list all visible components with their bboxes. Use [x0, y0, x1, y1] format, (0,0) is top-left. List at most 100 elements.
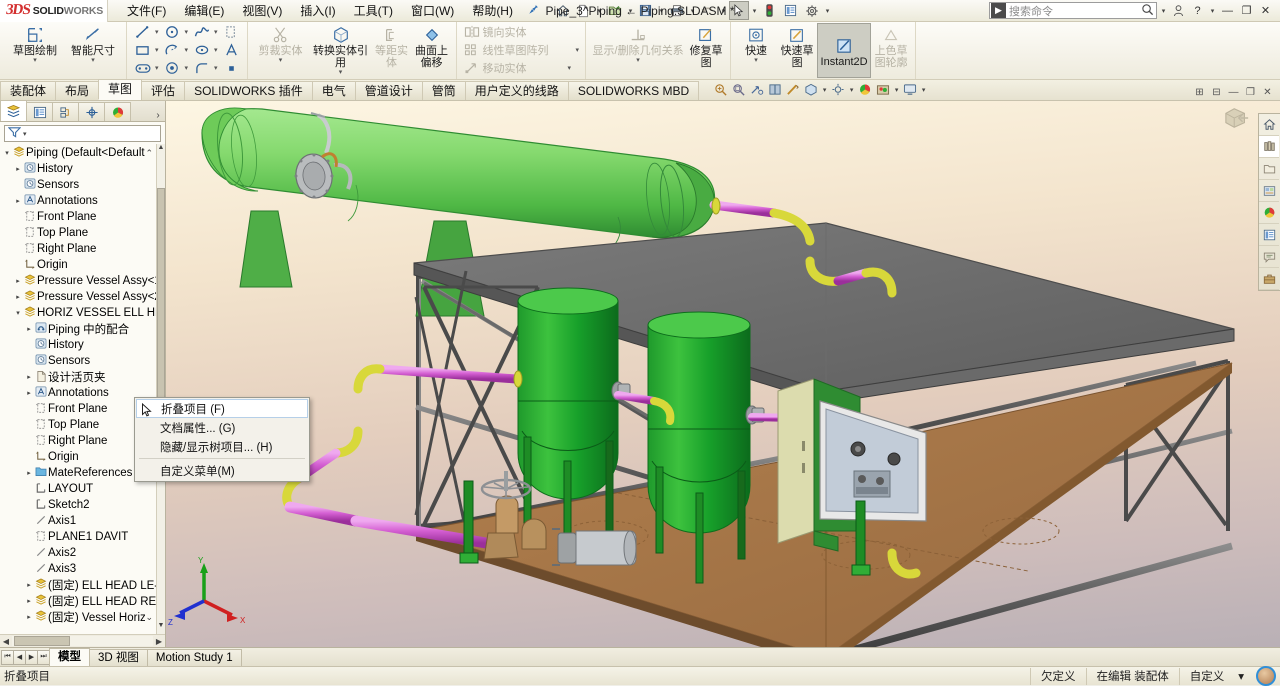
bottom-tab-model[interactable]: 模型 — [49, 647, 90, 667]
line-caret-icon[interactable]: ▾ — [155, 28, 159, 36]
options-gear-icon[interactable] — [802, 1, 822, 20]
tree-item[interactable]: Sketch2 — [0, 497, 165, 513]
tree-expander-icon[interactable]: ▾ — [13, 309, 23, 317]
close-button[interactable]: ✕ — [1257, 2, 1274, 20]
rebuild-traffic-icon[interactable] — [760, 1, 780, 20]
tree-item[interactable]: ▸ Annotations — [0, 193, 165, 209]
linear-pattern-tool[interactable]: 线性草图阵列 ▾ — [461, 41, 582, 59]
tab-assembly[interactable]: 装配体 — [0, 81, 57, 100]
tree-item[interactable]: ▸ Pressure Vessel Assy<2> — [0, 289, 165, 305]
tab-user-routes[interactable]: 用户定义的线路 — [464, 81, 569, 100]
plane-sketch-tool[interactable] — [220, 23, 243, 41]
instant2d-button[interactable]: Instant2D — [817, 23, 872, 78]
menu-view[interactable]: 视图(V) — [233, 0, 291, 22]
tree-expander-icon[interactable]: ▸ — [24, 325, 34, 333]
open-folder-icon[interactable] — [605, 1, 625, 20]
quick-snaps-button[interactable]: 快速 ▾ — [735, 23, 777, 65]
doc-minimize-button[interactable]: — — [1225, 84, 1242, 100]
repair-sketch-button[interactable]: 修复草图 — [686, 23, 726, 69]
display-style-caret-icon[interactable]: ▾ — [820, 80, 829, 99]
tree-item[interactable]: Axis2 — [0, 545, 165, 561]
tree-vertical-scrollbar[interactable]: ▲ ▼ — [156, 144, 165, 634]
tree-item[interactable]: Top Plane — [0, 225, 165, 241]
menu-tools[interactable]: 工具(T) — [345, 0, 402, 22]
point-tool[interactable]: ▾ — [161, 59, 191, 77]
tab-electrical[interactable]: 电气 — [311, 81, 356, 100]
relations-dropdown-icon[interactable]: ▾ — [636, 57, 640, 65]
tree-item[interactable]: ▸ (固定) ELL HEAD LE-0 — [0, 577, 165, 593]
user-avatar[interactable] — [1256, 666, 1276, 686]
tab-solidworks-addins[interactable]: SOLIDWORKS 插件 — [184, 81, 313, 100]
menu-insert[interactable]: 插入(I) — [291, 0, 344, 22]
view-settings-caret-icon[interactable]: ▾ — [919, 80, 928, 99]
context-menu-hide-show-tree-items[interactable]: 隐藏/显示树项目... (H) — [136, 437, 308, 456]
tree-expander-icon[interactable]: ▸ — [13, 165, 23, 173]
search-input[interactable]: ▶ 搜索命令 — [989, 2, 1157, 19]
move-entities-caret-icon[interactable]: ▾ — [568, 64, 572, 72]
tab-solidworks-mbd[interactable]: SOLIDWORKS MBD — [567, 81, 700, 100]
dimxpert-manager-tab[interactable] — [78, 102, 105, 121]
bottom-tab-3d-views[interactable]: 3D 视图 — [89, 648, 148, 666]
tree-item[interactable]: Sensors — [0, 177, 165, 193]
configuration-manager-tab[interactable] — [52, 102, 79, 121]
offset-entities-button[interactable]: 等距实体 — [372, 23, 412, 69]
circle-caret-icon[interactable]: ▾ — [185, 28, 189, 36]
smart-dimension-button[interactable]: 智能尺寸 ▾ — [64, 23, 122, 65]
context-menu-document-properties[interactable]: 文档属性... (G) — [136, 418, 308, 437]
bottom-tab-motion-study[interactable]: Motion Study 1 — [146, 648, 242, 666]
design-library-icon[interactable] — [1259, 136, 1279, 158]
slot-tool[interactable]: ▾ — [131, 59, 161, 77]
arc-tool[interactable]: ▾ — [161, 41, 191, 59]
tree-expander-icon[interactable]: ▾ — [2, 149, 12, 157]
convert-entities-button[interactable]: 转换实体引用 ▾ — [310, 23, 372, 77]
tab-tubing[interactable]: 管筒 — [421, 81, 466, 100]
home-icon[interactable] — [553, 1, 573, 20]
display-delete-relations-button[interactable]: 显示/删除几何关系 ▾ — [590, 23, 686, 65]
open-caret-icon[interactable]: ▾ — [626, 1, 635, 20]
zoom-in-out-icon[interactable] — [748, 81, 766, 99]
status-units-caret-icon[interactable]: ▾ — [1234, 668, 1248, 685]
tab-piping-design[interactable]: 管道设计 — [354, 81, 423, 100]
line-tool[interactable]: ▾ — [131, 23, 161, 41]
custom-properties-icon[interactable] — [1259, 224, 1279, 246]
trim-entities-button[interactable]: 剪裁实体 ▾ — [252, 23, 310, 65]
slot-caret-icon[interactable]: ▾ — [155, 64, 159, 72]
select-caret-icon[interactable]: ▾ — [750, 1, 759, 20]
save-caret-icon[interactable]: ▾ — [657, 1, 666, 20]
tree-item[interactable]: Origin — [0, 257, 165, 273]
ellipse-tool[interactable]: ▾ — [190, 41, 220, 59]
tab-sketch[interactable]: 草图 — [98, 79, 143, 100]
new-document-caret-icon[interactable]: ▾ — [595, 1, 604, 20]
offset-on-surface-button[interactable]: 曲面上偏移 — [412, 23, 452, 69]
help-icon[interactable]: ? — [1189, 2, 1206, 20]
feature-tree[interactable]: ▾ Piping (Default<Default>) ⌃ ▸ History Senso… — [0, 144, 165, 634]
panel-tabs-more-icon[interactable]: › — [151, 110, 165, 121]
display-style-icon[interactable] — [802, 81, 820, 99]
tree-expander-icon[interactable]: ▸ — [24, 389, 34, 397]
hide-show-items-icon[interactable] — [829, 81, 847, 99]
pin-icon[interactable] — [528, 4, 539, 18]
tree-item[interactable]: ▾ HORIZ VESSEL ELL HEAD — [0, 305, 165, 321]
rapid-sketch-button[interactable]: 快速草图 — [777, 23, 817, 69]
sketch-draw-dropdown-icon[interactable]: ▾ — [33, 57, 37, 65]
tab-layout[interactable]: 布局 — [55, 81, 100, 100]
view-settings-icon[interactable] — [901, 81, 919, 99]
menu-file[interactable]: 文件(F) — [118, 0, 175, 22]
menu-edit[interactable]: 编辑(E) — [175, 0, 233, 22]
trim-dropdown-icon[interactable]: ▾ — [279, 57, 283, 65]
edit-appearance-icon[interactable] — [856, 81, 874, 99]
shaded-sketch-contours-button[interactable]: 上色草图轮廓 — [871, 23, 911, 69]
doc-restore-left-button[interactable]: ⊞ — [1191, 84, 1208, 100]
zoom-to-fit-icon[interactable] — [712, 81, 730, 99]
tree-item[interactable]: LAYOUT — [0, 481, 165, 497]
tree-item[interactable]: PLANE1 DAVIT — [0, 529, 165, 545]
tree-item[interactable]: ▸ Pressure Vessel Assy<1> — [0, 273, 165, 289]
rectangle-caret-icon[interactable]: ▾ — [155, 46, 159, 54]
tree-expander-icon[interactable]: ▸ — [13, 277, 23, 285]
print-icon[interactable] — [667, 1, 687, 20]
tree-scroll-right-arrow[interactable]: ▶ — [153, 637, 165, 646]
tree-item[interactable]: ▸ (固定) ELL HEAD RE-0 — [0, 593, 165, 609]
apply-scene-icon[interactable] — [874, 81, 892, 99]
tree-item[interactable]: ▸ History — [0, 161, 165, 177]
point-entity-tool[interactable] — [220, 59, 243, 77]
